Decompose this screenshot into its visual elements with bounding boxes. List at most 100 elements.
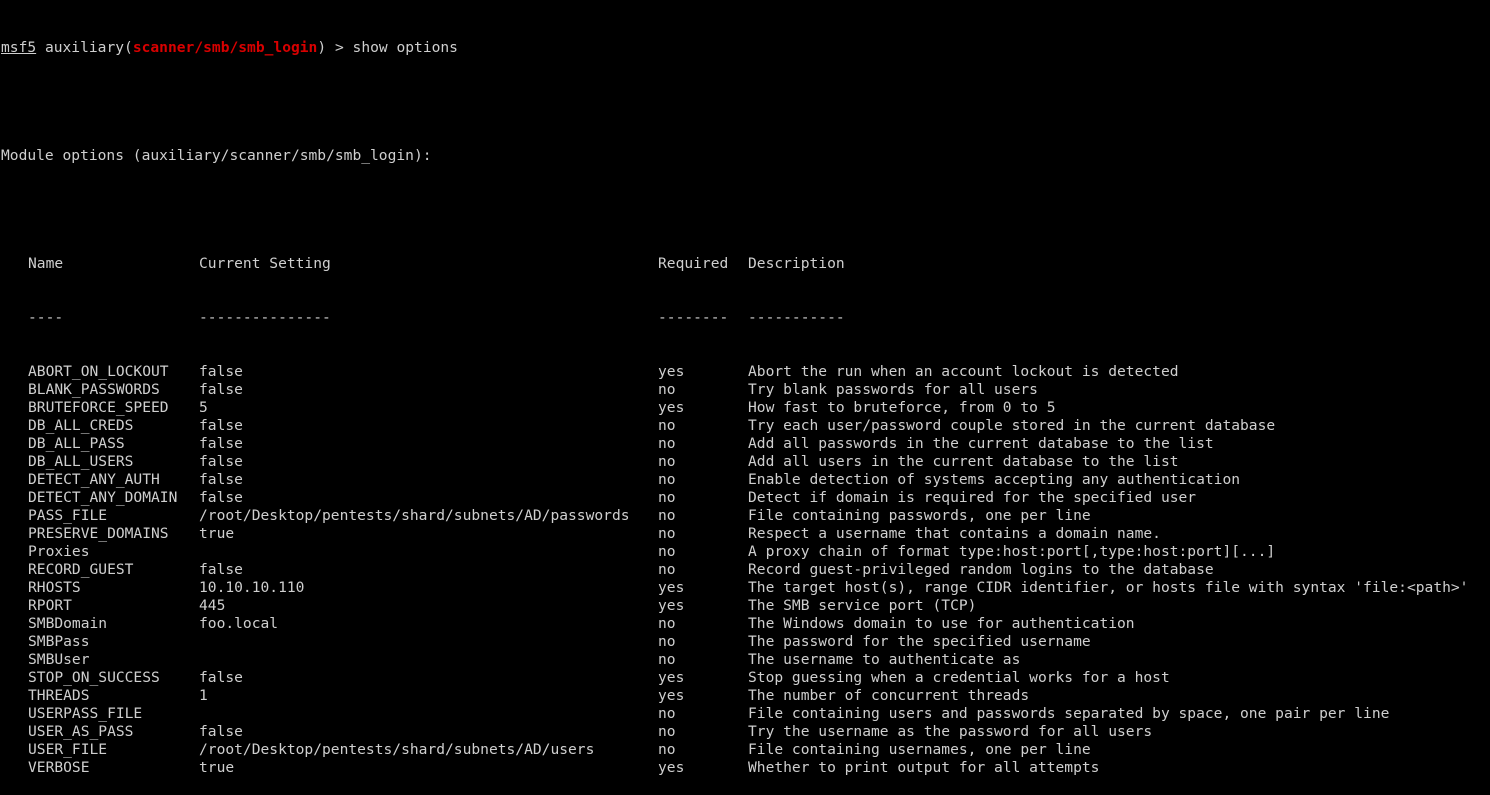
option-description: File containing usernames, one per line bbox=[748, 741, 1091, 758]
option-required: no bbox=[658, 741, 676, 758]
option-name: USER_FILE bbox=[28, 741, 108, 758]
option-required: no bbox=[658, 489, 676, 506]
option-description: File containing passwords, one per line bbox=[748, 507, 1091, 524]
option-name: DB_ALL_USERS bbox=[28, 453, 134, 470]
table-row: SMBPass no The password for the specified … bbox=[1, 633, 1468, 651]
option-description: Abort the run when an account lockout is… bbox=[748, 363, 1179, 380]
table-row: BLANK_PASSWORDS false no Try blank password… bbox=[1, 381, 1468, 399]
table-separator: ---- --------------- -------- ----------… bbox=[1, 309, 1468, 327]
option-setting: 5 bbox=[199, 399, 208, 416]
option-description: The target host(s), range CIDR identifie… bbox=[748, 579, 1469, 596]
option-description: Add all passwords in the current databas… bbox=[748, 435, 1214, 452]
prompt-label: msf5 bbox=[1, 39, 37, 56]
option-setting: false bbox=[199, 417, 243, 434]
option-description: The username to authenticate as bbox=[748, 651, 1021, 668]
option-setting: true bbox=[199, 525, 235, 542]
module-path: scanner/smb/smb_login bbox=[132, 39, 318, 56]
option-required: yes bbox=[658, 759, 685, 776]
option-required: no bbox=[658, 543, 676, 560]
table-row: DETECT_ANY_DOMAIN false no Detect if domain… bbox=[1, 489, 1468, 507]
header-setting: Current Setting bbox=[199, 255, 331, 272]
option-required: no bbox=[658, 417, 676, 434]
option-setting: /root/Desktop/pentests/shard/subnets/AD/… bbox=[199, 507, 630, 524]
table-row: USERPASS_FILE no File containing users and… bbox=[1, 705, 1468, 723]
module-suffix: ) bbox=[317, 39, 327, 56]
option-required: yes bbox=[658, 363, 685, 380]
option-description: Try each user/password couple stored in … bbox=[748, 417, 1276, 434]
option-required: no bbox=[658, 561, 676, 578]
option-setting: 445 bbox=[199, 597, 226, 614]
option-description: Try blank passwords for all users bbox=[748, 381, 1038, 398]
option-name: BLANK_PASSWORDS bbox=[28, 381, 160, 398]
command-text: show options bbox=[352, 39, 458, 56]
option-setting: false bbox=[199, 561, 243, 578]
option-description: The password for the specified username bbox=[748, 633, 1091, 650]
option-required: no bbox=[658, 651, 676, 668]
option-setting bbox=[199, 651, 658, 669]
option-description: Respect a username that contains a domai… bbox=[748, 525, 1161, 542]
option-description: Add all users in the current database to… bbox=[748, 453, 1179, 470]
table-row: RPORT 445 yes The SMB service port (TCP) bbox=[1, 597, 1468, 615]
option-required: no bbox=[658, 453, 676, 470]
option-name: RECORD_GUEST bbox=[28, 561, 134, 578]
option-name: PASS_FILE bbox=[28, 507, 108, 524]
option-setting: true bbox=[199, 759, 235, 776]
option-required: no bbox=[658, 435, 676, 452]
separator-required: -------- bbox=[658, 309, 729, 326]
header-required: Required bbox=[658, 255, 729, 272]
options-table-body: ABORT_ON_LOCKOUT false yes Abort the run wh… bbox=[1, 363, 1468, 777]
option-name: BRUTEFORCE_SPEED bbox=[28, 399, 169, 416]
table-row: DETECT_ANY_AUTH false no Enable detection o… bbox=[1, 471, 1468, 489]
option-setting bbox=[199, 633, 658, 651]
table-row: DB_ALL_CREDS false no Try each user/passwor… bbox=[1, 417, 1468, 435]
separator-setting: --------------- bbox=[199, 309, 331, 326]
option-name: THREADS bbox=[28, 687, 90, 704]
option-setting: false bbox=[199, 489, 243, 506]
option-required: no bbox=[658, 471, 676, 488]
option-required: yes bbox=[658, 669, 685, 686]
option-name: SMBDomain bbox=[28, 615, 108, 632]
option-description: Record guest-privileged random logins to… bbox=[748, 561, 1214, 578]
table-row: SMBDomain foo.local no The Windows domain t… bbox=[1, 615, 1468, 633]
option-setting: false bbox=[199, 363, 243, 380]
table-row: VERBOSE true yes Whether to print output fo… bbox=[1, 759, 1468, 777]
option-required: yes bbox=[658, 399, 685, 416]
option-name: VERBOSE bbox=[28, 759, 90, 776]
option-name: DETECT_ANY_AUTH bbox=[28, 471, 160, 488]
option-setting: false bbox=[199, 723, 243, 740]
option-description: The number of concurrent threads bbox=[748, 687, 1030, 704]
option-required: no bbox=[658, 381, 676, 398]
table-row: SMBUser no The username to authenticate as bbox=[1, 651, 1468, 669]
table-row: DB_ALL_USERS false no Add all users in the … bbox=[1, 453, 1468, 471]
option-setting: false bbox=[199, 669, 243, 686]
option-description: Stop guessing when a credential works fo… bbox=[748, 669, 1170, 686]
option-required: yes bbox=[658, 687, 685, 704]
section-title: Module options (auxiliary/scanner/smb/sm… bbox=[1, 147, 432, 164]
option-setting bbox=[199, 705, 658, 723]
option-name: Proxies bbox=[28, 543, 90, 560]
table-row: THREADS 1 yes The number of concurrent thre… bbox=[1, 687, 1468, 705]
option-setting: false bbox=[199, 453, 243, 470]
option-setting bbox=[199, 543, 658, 561]
option-description: Try the username as the password for all… bbox=[748, 723, 1153, 740]
option-description: A proxy chain of format type:host:port[,… bbox=[748, 543, 1276, 560]
module-prefix: auxiliary( bbox=[44, 39, 133, 56]
table-row: ABORT_ON_LOCKOUT false yes Abort the run wh… bbox=[1, 363, 1468, 381]
option-name: STOP_ON_SUCCESS bbox=[28, 669, 160, 686]
option-required: no bbox=[658, 633, 676, 650]
command-line: msf5 auxiliary(scanner/smb/smb_login) > … bbox=[1, 39, 1468, 57]
option-description: How fast to bruteforce, from 0 to 5 bbox=[748, 399, 1056, 416]
option-name: ABORT_ON_LOCKOUT bbox=[28, 363, 169, 380]
table-header: Name Current Setting Required Descriptio… bbox=[1, 255, 1468, 273]
terminal-output[interactable]: msf5 auxiliary(scanner/smb/smb_login) > … bbox=[1, 3, 1468, 795]
option-required: yes bbox=[658, 579, 685, 596]
separator-name: ---- bbox=[28, 309, 64, 326]
prompt-arrow: > bbox=[334, 39, 344, 56]
table-row: USER_FILE/root/Desktop/pentests/shard/su… bbox=[1, 741, 1468, 759]
option-required: yes bbox=[658, 597, 685, 614]
option-required: no bbox=[658, 507, 676, 524]
option-name: SMBUser bbox=[28, 651, 90, 668]
option-description: Detect if domain is required for the spe… bbox=[748, 489, 1197, 506]
